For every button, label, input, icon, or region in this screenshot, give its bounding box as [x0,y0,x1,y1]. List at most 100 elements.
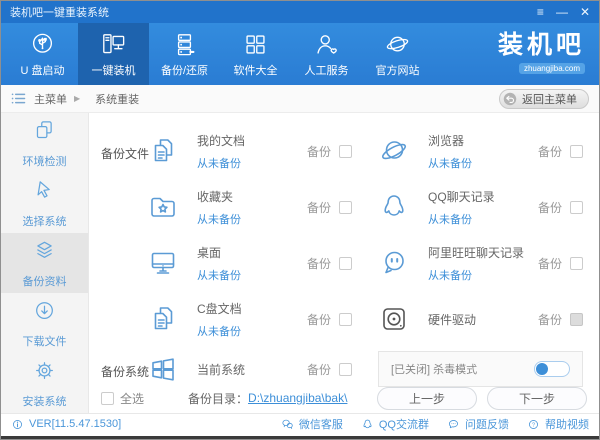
nav-item-support[interactable]: 人工服务 [291,23,362,85]
backup-item-hardware-driver: 硬件驱动 备份 [378,291,583,347]
minimize-icon[interactable]: — [556,1,568,23]
backup-item-browser: 浏览器 从未备份 备份 [378,123,583,179]
nav-label: 人工服务 [304,64,349,77]
backup-item-aliwangwang-chat: 阿里旺旺聊天记录 从未备份 备份 [378,235,583,291]
never-backed-up-link[interactable]: 从未备份 [428,155,538,171]
backup-item-c-drive-docs: C盘文档 从未备份 备份 [147,291,352,347]
item-title: QQ聊天记录 [428,189,495,204]
backup-checkbox[interactable] [339,200,352,214]
wizard-buttons: 上一步 下一步 [367,386,587,410]
backup-checkbox-label: 备份 [537,312,562,327]
backup-checkbox[interactable] [339,312,352,326]
nav-item-usb-boot[interactable]: U 盘启动 [7,23,78,85]
footer-link-label: 微信客服 [298,419,343,431]
menu-icon[interactable]: ≡ [537,1,544,23]
backup-checkbox[interactable] [339,144,352,158]
backup-dir-label: 备份目录： [188,391,249,406]
brand-logo: 装机吧 zhuangjiba.com [497,30,585,76]
sidebar: 环境检测 选择系统 备份资料 下载文件 安装系统 [1,113,89,413]
breadcrumb-current: 系统重装 [95,93,140,106]
usb-boot-icon [29,31,56,58]
sidebar-item-label: 备份资料 [22,275,67,288]
item-title: 收藏夹 [197,189,234,204]
backup-system-section-label: 备份系统 [101,365,150,379]
backup-item-favorites: 收藏夹从未备份 备份 [147,179,352,235]
breadcrumb-separator-icon: ▶ [74,94,81,103]
never-backed-up-link[interactable]: 从未备份 [197,323,307,339]
back-button-label: 返回主菜单 [522,93,577,106]
brand-logo-text: 装机吧 [497,30,585,59]
never-backed-up-link[interactable]: 从未备份 [428,267,538,283]
backup-checkbox-label: 备份 [537,256,562,271]
nav-item-official-site[interactable]: 官方网站 [362,23,433,85]
backup-checkbox-label: 备份 [306,200,331,215]
window-controls: ≡ — ✕ [537,1,590,23]
antivirus-mode-label: [已关闭] 杀毒模式 [391,364,478,376]
backup-checkbox[interactable] [339,362,352,376]
window-title: 装机吧一键重装系统 [10,7,109,19]
backup-checkbox-label: 备份 [306,362,331,377]
titlebar: 装机吧一键重装系统 ≡ — ✕ [1,1,599,23]
breadcrumb-bar: 主菜单 ▶ 系统重装 返回主菜单 [1,85,599,113]
bottom-controls: 全选 备份目录： D:\zhuangjiba\bak\ 上一步 下一步 [101,386,587,410]
install-system-icon [32,358,57,388]
select-all-checkbox[interactable] [101,391,114,405]
statusbar: VER[11.5.47.1530] 微信客服 QQ交流群 问题反馈 ? 帮助视频 [1,413,599,434]
footer-links: 微信客服 QQ交流群 问题反馈 ? 帮助视频 [281,416,589,432]
antivirus-mode-toggle[interactable] [534,361,570,377]
app-window: 装机吧一键重装系统 ≡ — ✕ U 盘启动 一键装机 备份/还原 软件大全 人工… [0,0,600,440]
backup-item-desktop: 桌面 从未备份 备份 [147,235,352,291]
backup-checkbox[interactable] [339,256,352,270]
close-icon[interactable]: ✕ [580,1,590,23]
footer-link-wechat[interactable]: 微信客服 [281,416,343,432]
backup-data-icon [32,238,57,268]
window-bottom-edge [1,436,599,439]
footer-link-label: 帮助视频 [545,419,589,431]
version-info: VER[11.5.47.1530] [11,418,121,431]
next-step-button[interactable]: 下一步 [487,386,587,410]
never-backed-up-link[interactable]: 从未备份 [197,267,307,283]
sidebar-item-install-system[interactable]: 安装系统 [1,353,88,413]
backup-checkbox[interactable] [570,144,583,158]
nav-item-backup-restore[interactable]: 备份/还原 [149,23,220,85]
feedback-icon [449,419,458,428]
nav-label: 软件大全 [233,64,278,77]
backup-item-qq-chat: QQ聊天记录 从未备份 备份 [378,179,583,235]
backup-checkbox-label: 备份 [537,144,562,159]
browser-icon [378,135,410,167]
backup-items-grid: 我的文档 从未备份 备份 浏览器 从未备份 备份 收藏夹 从未备份 备份 QQ聊… [147,123,583,347]
footer-link-qq-group[interactable]: QQ交流群 [361,416,429,432]
info-icon [13,419,22,429]
backup-restore-icon [171,31,198,58]
previous-step-button[interactable]: 上一步 [377,386,477,410]
item-title: 我的文档 [197,133,246,148]
sidebar-item-download-files[interactable]: 下载文件 [1,293,88,353]
backup-checkbox[interactable] [570,312,583,326]
backup-checkbox[interactable] [570,256,583,270]
footer-link-help-video[interactable]: ? 帮助视频 [527,416,589,432]
sidebar-item-backup-data[interactable]: 备份资料 [1,233,88,293]
sidebar-item-label: 安装系统 [22,395,67,408]
sidebar-item-label: 下载文件 [22,335,67,348]
sidebar-item-select-system[interactable]: 选择系统 [1,173,88,233]
back-to-main-menu-button[interactable]: 返回主菜单 [499,88,589,109]
backup-files-section-label: 备份文件 [101,147,150,161]
software-grid-icon [242,31,269,58]
never-backed-up-link[interactable]: 从未备份 [197,211,307,227]
c-drive-docs-icon [147,303,179,335]
breadcrumb-root[interactable]: 主菜单 [34,91,67,107]
sidebar-item-env-check[interactable]: 环境检测 [1,113,88,173]
nav-item-software[interactable]: 软件大全 [220,23,291,85]
nav-label: 官方网站 [375,64,420,77]
footer-link-label: 问题反馈 [465,419,509,431]
backup-content: 备份文件 备份系统 我的文档 从未备份 备份 浏览器 从未备份 备份 收藏夹 从… [89,113,599,413]
nav-item-one-key-install[interactable]: 一键装机 [78,23,149,85]
nav-label: 一键装机 [91,64,136,77]
footer-link-feedback[interactable]: 问题反馈 [447,416,509,432]
backup-checkbox[interactable] [570,200,583,214]
never-backed-up-link[interactable]: 从未备份 [197,155,307,171]
backup-dir-link[interactable]: D:\zhuangjiba\bak\ [248,391,347,405]
top-nav: U 盘启动 一键装机 备份/还原 软件大全 人工服务 官方网站 装机吧 zhua… [1,23,599,85]
never-backed-up-link[interactable]: 从未备份 [428,211,538,227]
return-arrow-icon [503,92,517,105]
